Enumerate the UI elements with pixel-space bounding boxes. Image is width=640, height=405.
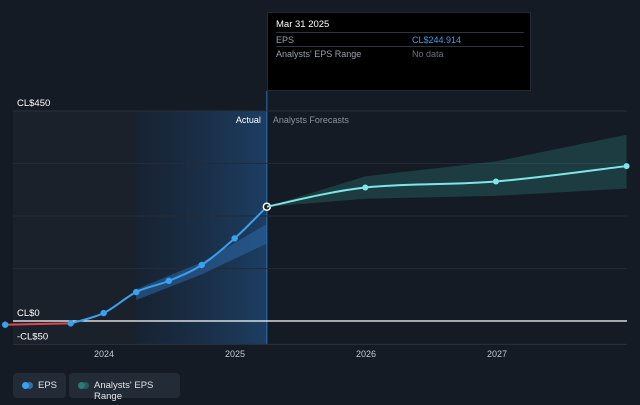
eps-negative-line xyxy=(5,322,71,326)
eps-point xyxy=(100,309,107,317)
eps-range-band-forecast xyxy=(266,134,627,207)
eps-point xyxy=(67,320,74,327)
legend-eps-swatch-shadow-icon xyxy=(26,382,33,389)
y-tick-label: CL$450 xyxy=(17,98,50,109)
eps-point xyxy=(198,261,205,269)
y-tick-label: -CL$50 xyxy=(17,331,48,342)
tooltip-eps-label: EPS xyxy=(276,35,295,45)
legend-item-eps[interactable]: EPS xyxy=(13,373,66,398)
tooltip-row-range: Analysts' EPS Range No data xyxy=(276,46,524,60)
y-tick-label: CL$0 xyxy=(17,308,40,319)
x-tick-label: 2025 xyxy=(225,349,245,359)
eps-point xyxy=(165,277,173,285)
actual-label: Actual xyxy=(236,115,261,125)
eps-forecast-point xyxy=(492,178,499,185)
tooltip-range-value: No data xyxy=(412,49,444,59)
eps-forecast-point xyxy=(623,163,630,170)
eps-point xyxy=(1,321,9,328)
eps-point xyxy=(231,235,238,242)
tooltip-range-label: Analysts' EPS Range xyxy=(276,49,362,59)
legend-range-swatch-shadow-icon xyxy=(82,382,89,389)
forecast-label: Analysts Forecasts xyxy=(273,115,350,125)
x-tick-label: 2026 xyxy=(356,349,376,359)
legend-item-eps-range[interactable]: Analysts' EPS Range xyxy=(69,373,180,402)
tooltip-date: Mar 31 2025 xyxy=(276,19,330,30)
eps-forecast-point xyxy=(362,184,369,191)
x-tick-label: 2027 xyxy=(487,349,507,359)
tooltip-row-eps: EPS CL$244.914 xyxy=(276,32,524,46)
legend-range-label: Analysts' EPS Range xyxy=(94,380,154,402)
tooltip-eps-value: CL$244.914 xyxy=(412,35,462,45)
legend-eps-label: EPS xyxy=(38,380,58,391)
hover-tooltip: Mar 31 2025 EPS CL$244.914 Analysts' EPS… xyxy=(267,12,531,91)
eps-point xyxy=(132,288,140,296)
x-tick-label: 2024 xyxy=(94,349,114,359)
